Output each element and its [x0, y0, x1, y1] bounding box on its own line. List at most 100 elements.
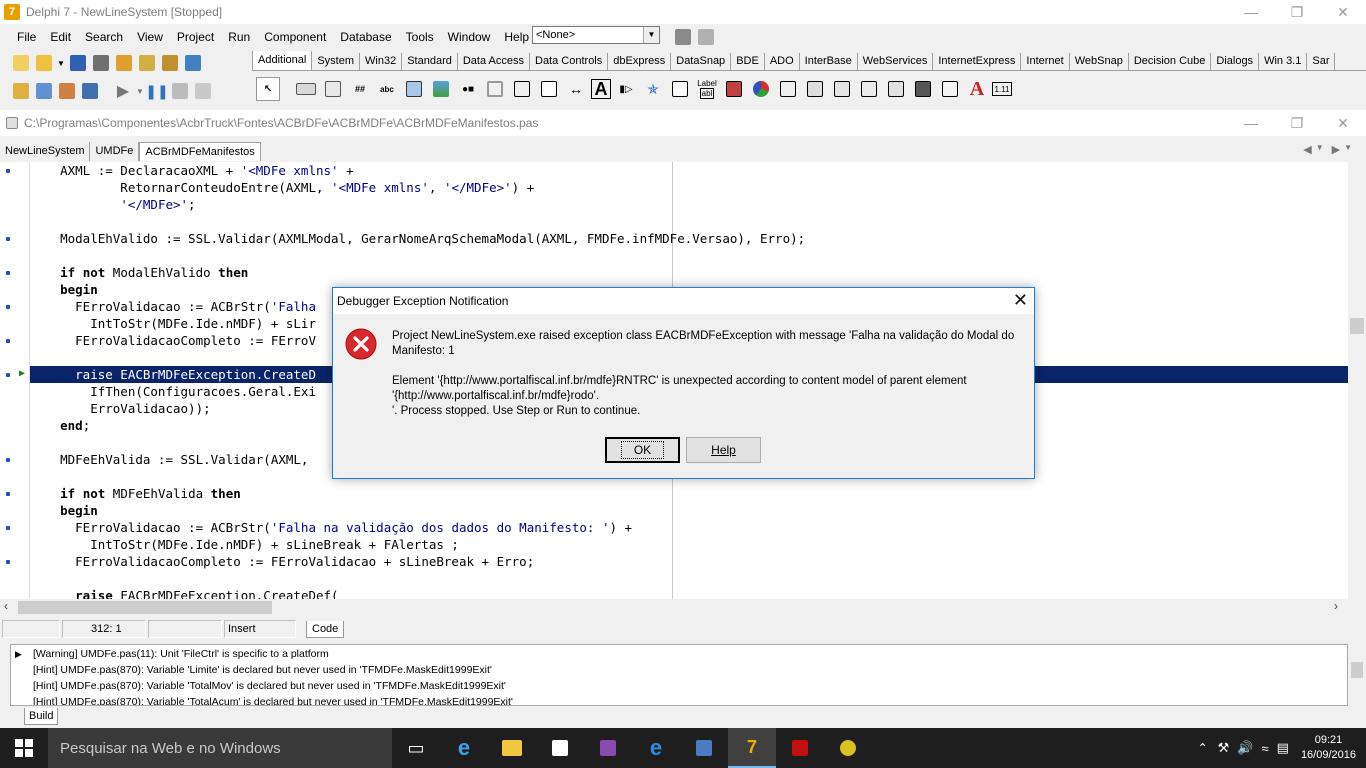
palette-tab-websnap[interactable]: WebSnap	[1070, 53, 1129, 70]
run-dropdown-icon[interactable]: ▼	[135, 80, 145, 102]
menu-view[interactable]: View	[130, 30, 170, 44]
help-button[interactable]: Help	[686, 437, 761, 463]
back-arrow-icon[interactable]: ◀	[1303, 143, 1311, 156]
code-line[interactable]: IntToStr(MDFe.Ide.nMDF) + sLineBreak + F…	[30, 536, 1348, 553]
drawgrid-icon[interactable]	[402, 77, 426, 101]
shape-icon[interactable]: ●■	[456, 77, 480, 101]
tray-chevron-up-icon[interactable]: ⌃	[1198, 741, 1208, 755]
palette-tab-internetexpress[interactable]: InternetExpress	[933, 53, 1022, 70]
ok-button[interactable]: OK	[605, 437, 680, 463]
labelededit-icon[interactable]: Label abl	[695, 77, 719, 101]
open-icon[interactable]	[33, 52, 55, 74]
stringgrid-icon[interactable]: abc	[375, 77, 399, 101]
xpcolormap-icon[interactable]	[857, 77, 881, 101]
palette-tab-interbase[interactable]: InterBase	[800, 53, 858, 70]
forward-arrow-icon[interactable]: ▶	[1332, 143, 1340, 156]
executable-line-dot-icon[interactable]	[6, 237, 10, 241]
current-line-dot-icon[interactable]	[6, 373, 10, 377]
taskbar-search-input[interactable]: Pesquisar na Web e no Windows	[48, 728, 392, 768]
palette-tab-dbexpress[interactable]: dbExpress	[608, 53, 672, 70]
save-all-icon[interactable]	[90, 52, 112, 74]
menu-component[interactable]: Component	[257, 30, 333, 44]
executable-line-dot-icon[interactable]	[6, 526, 10, 530]
code-line[interactable]: AXML := DeclaracaoXML + '<MDFe xmlns' +	[30, 162, 1348, 179]
inspect-icon[interactable]	[695, 26, 717, 48]
delphi-taskbar-icon[interactable]: 7	[728, 728, 776, 768]
editor-horizontal-scrollbar[interactable]: ‹ ›	[0, 599, 1348, 616]
scrollbox-icon[interactable]	[510, 77, 534, 101]
palette-tab-bde[interactable]: BDE	[731, 53, 765, 70]
palette-tab-data-access[interactable]: Data Access	[458, 53, 530, 70]
code-line[interactable]: '</MDFe>';	[30, 196, 1348, 213]
actiontoolbar-icon[interactable]	[830, 77, 854, 101]
notifications-icon[interactable]: ▤	[1277, 740, 1289, 756]
executable-line-dot-icon[interactable]	[6, 560, 10, 564]
bitbtn-icon[interactable]	[294, 77, 318, 101]
close-icon[interactable]: ✕	[1320, 0, 1366, 24]
palette-tab-decision-cube[interactable]: Decision Cube	[1129, 53, 1212, 70]
add-to-project-icon[interactable]	[136, 52, 158, 74]
target-combo[interactable]: <None> ▼	[532, 26, 660, 44]
open-dropdown-icon[interactable]: ▼	[56, 52, 66, 74]
editor-gutter[interactable]	[0, 162, 30, 599]
statictext-icon[interactable]: A	[591, 79, 611, 99]
editor-hscroll-thumb[interactable]	[18, 601, 272, 614]
executable-line-dot-icon[interactable]	[6, 271, 10, 275]
message-line[interactable]: [Hint] UMDFe.pas(870): Variable 'TotalMo…	[33, 678, 506, 694]
view-unit-icon[interactable]	[10, 80, 32, 102]
view-form-icon[interactable]	[33, 80, 55, 102]
palette-tab-webservices[interactable]: WebServices	[858, 53, 934, 70]
volume-icon[interactable]: 🔊	[1237, 740, 1253, 756]
code-line[interactable]: RetornarConteudoEntre(AXML, '<MDFe xmlns…	[30, 179, 1348, 196]
image-icon[interactable]	[429, 77, 453, 101]
standardcolormap-icon[interactable]	[884, 77, 908, 101]
executable-line-dot-icon[interactable]	[6, 305, 10, 309]
code-line[interactable]	[30, 247, 1348, 264]
code-line[interactable]	[30, 213, 1348, 230]
remove-from-project-icon[interactable]	[159, 52, 181, 74]
task-view-icon[interactable]: ▭	[392, 728, 440, 768]
pause-icon[interactable]: ❚❚	[145, 80, 168, 102]
network-people-icon[interactable]: ⚒	[1218, 740, 1230, 756]
executable-line-dot-icon[interactable]	[6, 339, 10, 343]
colorbox-icon[interactable]	[722, 77, 746, 101]
applicationevents-icon[interactable]: ✯	[641, 77, 665, 101]
scroll-right-icon[interactable]: ›	[1334, 599, 1338, 613]
menu-window[interactable]: Window	[441, 30, 498, 44]
help-book-icon[interactable]	[182, 52, 204, 74]
file-explorer-icon[interactable]	[488, 728, 536, 768]
code-line[interactable]: ModalEhValido := SSL.Validar(AXMLModal, …	[30, 230, 1348, 247]
code-line[interactable]: raise EACBrMDFeException.CreateDef(	[30, 587, 1348, 599]
chart-icon[interactable]	[749, 77, 773, 101]
acrobat-icon[interactable]	[776, 728, 824, 768]
editor-minimize-icon[interactable]: —	[1228, 110, 1274, 136]
version-icon[interactable]: 1.11	[992, 82, 1012, 96]
menu-tools[interactable]: Tools	[399, 30, 441, 44]
store-icon[interactable]	[536, 728, 584, 768]
remote-desktop-icon[interactable]	[680, 728, 728, 768]
editor-tab-newlinesystem[interactable]: NewLineSystem	[0, 142, 91, 161]
customizedlg-icon[interactable]	[938, 77, 962, 101]
message-line[interactable]: [Hint] UMDFe.pas(870): Variable 'Limite'…	[33, 662, 492, 678]
code-line[interactable]	[30, 570, 1348, 587]
menu-edit[interactable]: Edit	[43, 30, 78, 44]
palette-tab-sar[interactable]: Sar	[1307, 53, 1336, 70]
taskbar-clock[interactable]: 09:21 16/09/2016	[1301, 733, 1356, 763]
executable-line-dot-icon[interactable]	[6, 169, 10, 173]
editor-tab-acbrmdfemanifestos[interactable]: ACBrMDFeManifestos	[139, 142, 261, 161]
toggle-form-unit-icon[interactable]	[56, 80, 78, 102]
tab-build[interactable]: Build	[24, 708, 59, 725]
menu-search[interactable]: Search	[78, 30, 130, 44]
palette-tab-dialogs[interactable]: Dialogs	[1211, 53, 1260, 70]
speedbutton-icon[interactable]	[321, 77, 345, 101]
wifi-icon[interactable]: ≈	[1262, 741, 1269, 756]
restore-icon[interactable]: ❐	[1274, 0, 1320, 24]
menu-project[interactable]: Project	[170, 30, 221, 44]
palette-tab-win32[interactable]: Win32	[360, 53, 403, 70]
code-line[interactable]: if not ModalEhValido then	[30, 264, 1348, 281]
database-tool-icon[interactable]	[824, 728, 872, 768]
internet-explorer-icon[interactable]: e	[632, 728, 680, 768]
editor-tab-umdfe[interactable]: UMDFe	[90, 142, 140, 161]
back-dropdown-icon[interactable]: ▼	[1316, 143, 1324, 156]
bevel-icon[interactable]	[483, 77, 507, 101]
